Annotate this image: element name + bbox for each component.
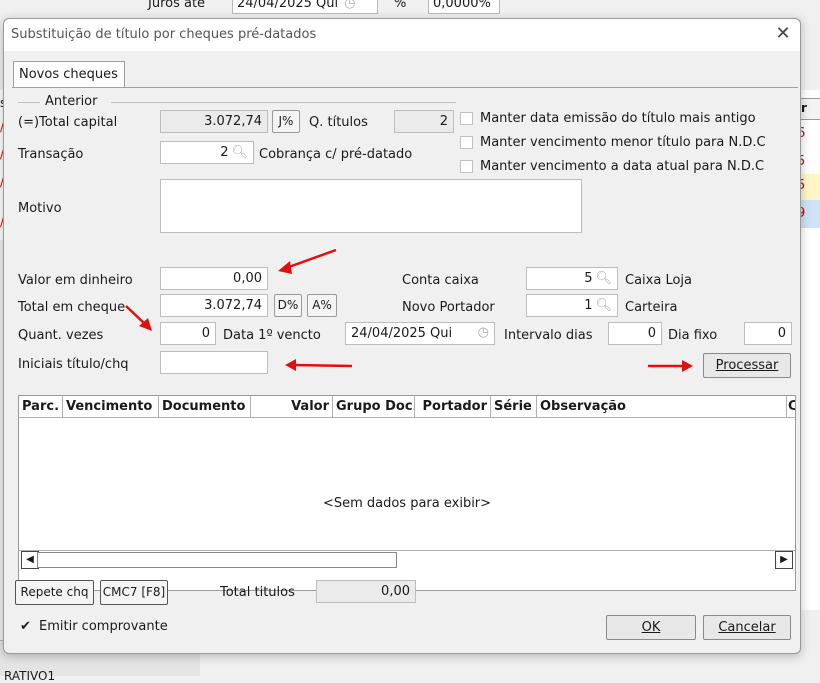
arrow-iniciais <box>285 359 353 371</box>
arrow-valor-dinheiro <box>278 248 337 274</box>
arrow-quant-vezes <box>125 305 152 331</box>
arrow-processar <box>648 360 693 372</box>
annotation-arrows <box>125 248 693 372</box>
